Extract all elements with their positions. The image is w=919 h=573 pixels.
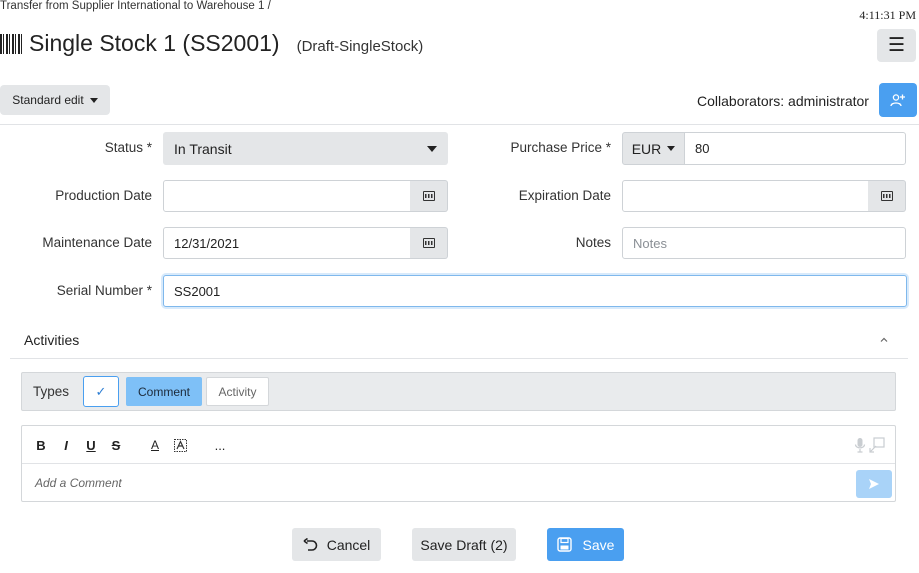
hamburger-icon: ☰ [887,35,906,56]
caret-down-icon [427,145,437,152]
caret-down-icon [89,97,98,103]
cancel-label: Cancel [326,536,371,553]
expiration-date-calendar-button[interactable] [868,180,906,212]
edit-mode-label: Standard edit [12,93,84,107]
microphone-icon[interactable] [853,437,867,453]
strikethrough-button[interactable]: S [109,436,123,454]
add-collaborator-button[interactable] [879,83,917,117]
caret-down-icon [667,146,676,151]
floppy-disk-icon [556,537,572,552]
status-value: In Transit [174,140,232,157]
purchase-price-input[interactable]: 80 [684,132,906,165]
send-comment-button[interactable] [856,470,892,498]
maintenance-date-label: Maintenance Date [42,235,152,250]
serial-number-value: SS2001 [174,283,221,299]
highlight-button[interactable] [173,436,187,454]
clock: 4:11:31 PM [859,8,916,22]
editor-divider [22,463,895,464]
notes-label: Notes [575,235,611,250]
notes-input[interactable]: Notes [622,227,906,259]
calendar-icon [422,191,435,201]
status-select[interactable]: In Transit [163,132,448,165]
highlight-icon [173,438,187,452]
save-draft-button[interactable]: Save Draft (2) [412,528,516,561]
maintenance-date-calendar-button[interactable] [410,227,448,259]
page-header: Single Stock 1 (SS2001) (Draft-SingleSto… [0,30,423,57]
production-date-label: Production Date [55,188,152,203]
serial-number-label: Serial Number * [56,283,152,298]
maintenance-date-value: 12/31/2021 [174,235,240,251]
save-draft-label: Save Draft (2) [420,536,508,553]
send-icon [869,479,879,489]
add-user-icon [890,94,905,107]
production-date-calendar-button[interactable] [410,180,448,212]
maintenance-date-input[interactable]: 12/31/2021 [163,227,411,259]
header-divider [0,124,919,125]
comment-input[interactable]: Add a Comment [35,476,122,490]
notes-placeholder: Notes [633,235,667,251]
activities-divider [10,358,908,359]
tab-activity[interactable]: Activity [206,377,269,406]
currency-dropdown[interactable]: EUR [622,132,685,165]
italic-button[interactable]: I [60,436,72,454]
expiration-date-label: Expiration Date [518,188,611,203]
tab-comment[interactable]: Comment [126,377,202,406]
barcode-icon [0,33,22,54]
bold-button[interactable]: B [35,436,47,454]
serial-number-input[interactable]: SS2001 [163,275,907,307]
expiration-date-input[interactable] [622,180,869,212]
types-label: Types [33,384,70,399]
save-button[interactable]: Save [547,528,624,561]
check-icon: ✓ [95,383,107,399]
hamburger-menu-button[interactable]: ☰ [877,29,916,62]
edit-mode-dropdown[interactable]: Standard edit [0,85,110,115]
chevron-up-icon[interactable] [879,335,889,345]
activities-title: Activities [24,332,80,348]
production-date-input[interactable] [163,180,411,212]
status-label: Status * [104,140,152,155]
currency-value: EUR [631,140,662,157]
undo-icon [303,537,317,551]
select-all-types-button[interactable]: ✓ [83,376,119,407]
breadcrumb[interactable]: Transfer from Supplier International to … [0,0,271,12]
calendar-icon [880,191,893,201]
more-tools-button[interactable]: ... [212,436,228,454]
calendar-icon [422,238,435,248]
page-subtitle: (Draft-SingleStock) [296,38,424,55]
purchase-price-label: Purchase Price * [510,140,611,155]
font-color-button[interactable]: A [148,436,162,454]
page-title: Single Stock 1 (SS2001) [29,30,280,56]
purchase-price-value: 80 [695,141,710,156]
underline-button[interactable]: U [84,436,98,454]
cancel-button[interactable]: Cancel [292,528,381,561]
save-label: Save [582,536,615,553]
collaborators-label: Collaborators: administrator [697,93,869,109]
attachment-icon[interactable] [869,437,885,453]
